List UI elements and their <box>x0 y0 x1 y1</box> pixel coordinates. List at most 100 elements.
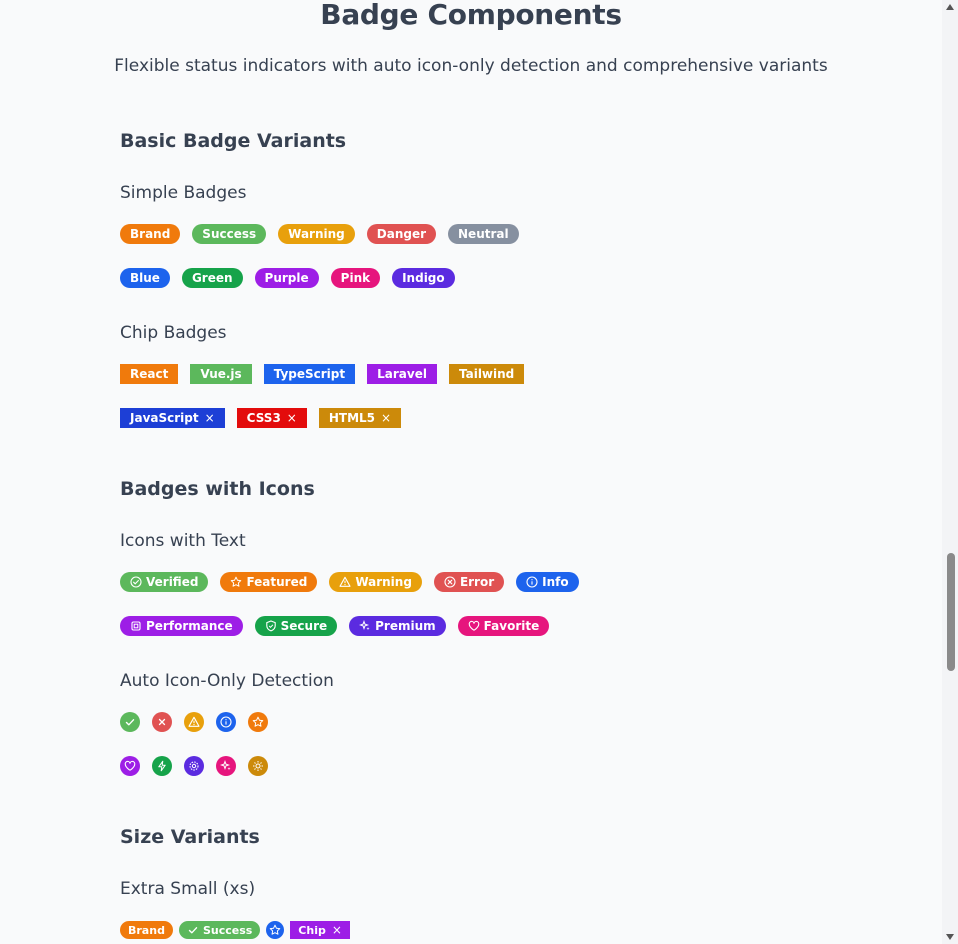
scroll-down-arrow-icon[interactable] <box>946 934 954 940</box>
check-icon <box>187 924 199 936</box>
chip-vue-js: Vue.js <box>190 364 252 384</box>
xs-chip-badge: Chip × <box>290 921 350 939</box>
heart-icon <box>124 760 136 772</box>
badge-sparkles-icon <box>216 756 236 776</box>
chip-badges-row-2: JavaScript × CSS3 × HTML5 × <box>120 407 402 429</box>
chip-typescript: TypeScript <box>263 364 356 384</box>
xs-success-label: Success <box>202 923 253 937</box>
check-icon <box>124 716 136 728</box>
badge-label: TypeScript <box>273 367 346 381</box>
badge-label: Danger <box>376 227 427 241</box>
badge-sun-icon <box>248 756 268 776</box>
xs-badges-row: Brand Success Chip × <box>120 919 350 941</box>
scroll-up-arrow-icon[interactable] <box>946 4 954 10</box>
badge-label: JavaScript <box>130 411 199 425</box>
section-heading-basic: Basic Badge Variants <box>120 130 347 152</box>
badge-featured: Featured <box>220 572 318 592</box>
badge-warning: Warning <box>329 572 422 592</box>
badge-label: Green <box>191 271 233 285</box>
badge-verified: Verified <box>120 572 209 592</box>
badge-label: Blue <box>130 271 160 285</box>
info-circle-icon <box>220 716 232 728</box>
subheading-simple-badges: Simple Badges <box>120 183 247 203</box>
chip-close-button[interactable]: × <box>381 411 391 425</box>
badge-label: Featured <box>246 575 308 589</box>
badge-label: Neutral <box>458 227 509 241</box>
badge-warning: Warning <box>278 224 355 244</box>
page: Badge Components Flexible status indicat… <box>0 0 942 944</box>
shield-icon <box>265 620 277 632</box>
chip-react: React <box>120 364 179 384</box>
warning-triangle-icon <box>188 716 200 728</box>
heart-icon <box>468 620 480 632</box>
badge-label: Tailwind <box>458 367 515 381</box>
badge-secure: Secure <box>254 616 338 636</box>
badge-info: Info <box>516 572 579 592</box>
page-subtitle: Flexible status indicators with auto ico… <box>114 56 828 76</box>
badge-label: Warning <box>288 227 345 241</box>
scrollbar-thumb[interactable] <box>947 553 955 671</box>
badge-purple: Purple <box>254 268 319 288</box>
badge-label: Laravel <box>377 367 427 381</box>
badge-label: React <box>130 367 169 381</box>
badge-label: Indigo <box>402 271 445 285</box>
page-title: Badge Components <box>320 0 622 31</box>
sun-icon <box>252 760 264 772</box>
badge-info-circle-icon <box>216 712 236 732</box>
subheading-chip-badges: Chip Badges <box>120 323 227 343</box>
chip-html5: HTML5 × <box>318 408 402 428</box>
badge-label: Favorite <box>483 619 540 633</box>
simple-badges-row-1: Brand Success Warning Danger Neutral <box>120 223 519 245</box>
star-icon <box>252 716 264 728</box>
xs-star-badge <box>266 921 285 939</box>
simple-badges-row-2: Blue Green Purple Pink Indigo <box>120 267 455 289</box>
badge-bolt-icon <box>152 756 172 776</box>
chip-tailwind: Tailwind <box>448 364 525 384</box>
badge-label: HTML5 <box>328 411 376 425</box>
badge-label: Performance <box>146 619 233 633</box>
badge-label: Verified <box>146 575 199 589</box>
badge-label: Premium <box>375 619 436 633</box>
xs-success-badge: Success <box>178 921 261 939</box>
badge-danger: Danger <box>366 224 437 244</box>
badge-label: Brand <box>130 227 171 241</box>
star-icon <box>230 576 242 588</box>
cpu-icon <box>130 620 142 632</box>
badge-pink: Pink <box>330 268 381 288</box>
vertical-scrollbar[interactable] <box>942 0 958 944</box>
x-circle-icon <box>444 576 456 588</box>
badge-error: Error <box>433 572 505 592</box>
badge-brand: Brand <box>120 224 181 244</box>
chip-css3: CSS3 × <box>236 408 307 428</box>
badge-label: Purple <box>264 271 309 285</box>
badge-success: Success <box>192 224 267 244</box>
badge-label: Error <box>459 575 495 589</box>
bolt-icon <box>156 760 168 772</box>
badge-label: Warning <box>355 575 412 589</box>
badge-label: CSS3 <box>246 411 281 425</box>
chip-close-button[interactable]: × <box>205 411 215 425</box>
badge-gear-icon <box>184 756 204 776</box>
sparkles-icon <box>220 760 232 772</box>
badge-blue: Blue <box>120 268 170 288</box>
badge-heart-icon <box>120 756 140 776</box>
info-circle-icon <box>526 576 538 588</box>
chip-badges-row-1: React Vue.js TypeScript Laravel Tailwind <box>120 363 525 385</box>
check-circle-icon <box>130 576 142 588</box>
warning-triangle-icon <box>339 576 351 588</box>
icon-badges-row-1: Verified Featured Warning Error Info <box>120 571 579 593</box>
chip-close-button[interactable]: × <box>332 923 342 937</box>
sparkles-icon <box>359 620 371 632</box>
subheading-extra-small: Extra Small (xs) <box>120 879 256 899</box>
badge-label: Success <box>202 227 257 241</box>
section-heading-sizes: Size Variants <box>120 826 260 848</box>
icon-only-row-2 <box>120 755 268 777</box>
badge-check-icon <box>120 712 140 732</box>
badge-label: Pink <box>340 271 371 285</box>
chip-close-button[interactable]: × <box>287 411 297 425</box>
star-icon <box>269 924 281 936</box>
icon-badges-row-2: Performance Secure Premium Favorite <box>120 615 550 637</box>
badge-premium: Premium <box>349 616 446 636</box>
badge-star-icon <box>248 712 268 732</box>
xs-chip-label: Chip <box>298 923 326 937</box>
